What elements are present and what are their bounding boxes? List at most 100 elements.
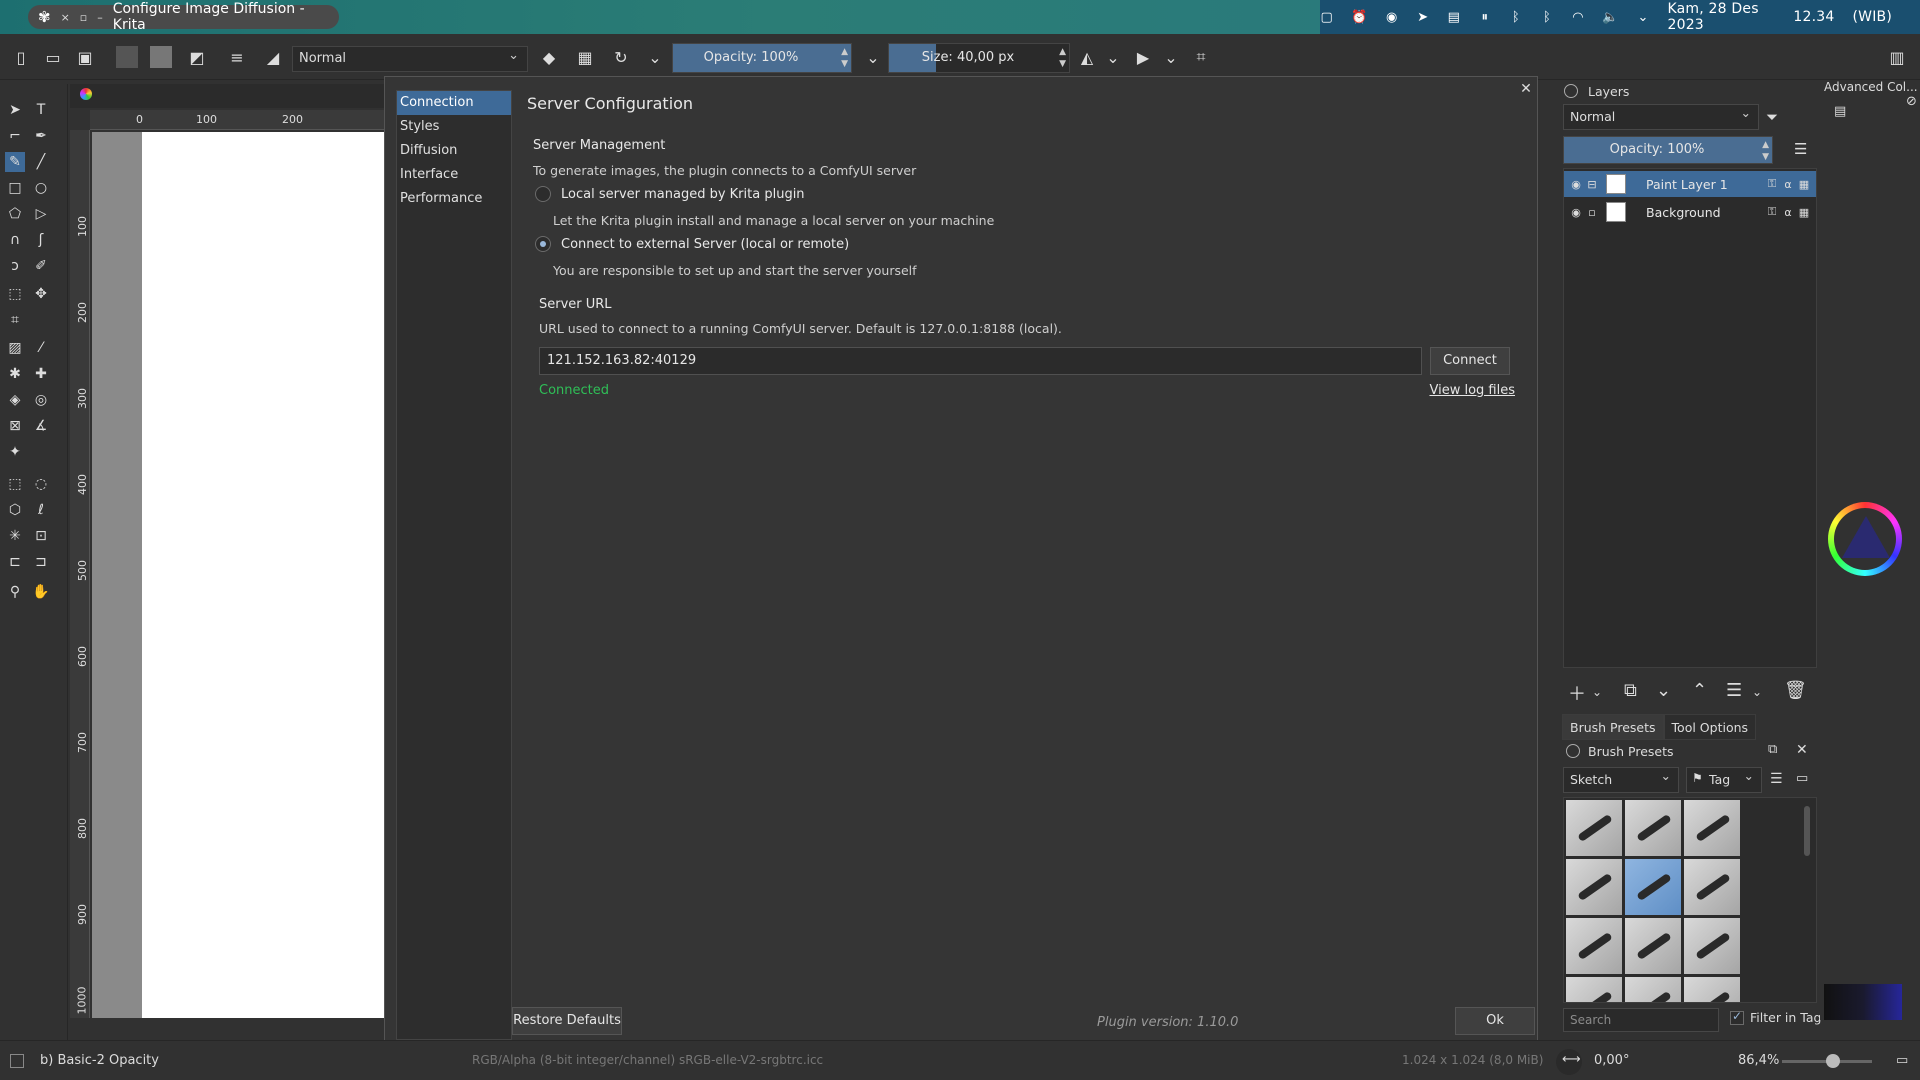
mirror-vertical-icon[interactable]: ▶	[1132, 46, 1154, 68]
bluetooth-icon[interactable]: ᛒ	[1509, 9, 1522, 25]
magnetic-select-tool-icon[interactable]: ⊐	[31, 552, 51, 572]
color-reset-icon[interactable]: ⊘	[1906, 94, 1917, 109]
window-minimize-button[interactable]: –	[97, 11, 103, 24]
brush-preset[interactable]	[1565, 917, 1623, 975]
view-log-files-link[interactable]: View log files	[1429, 383, 1515, 398]
external-server-radio[interactable]	[535, 236, 551, 252]
fill-tool-icon[interactable]: ◈	[5, 390, 25, 410]
layer-opacity-spin-icon[interactable]: ▲ ▼	[1762, 139, 1769, 163]
restore-defaults-button[interactable]: Restore Defaults	[512, 1007, 622, 1035]
document-tab-icon[interactable]	[80, 88, 92, 100]
active-window-pill[interactable]: ✾ × ▫ – Configure Image Diffusion - Krit…	[28, 1, 339, 33]
lock-icon[interactable]: ⚿	[1764, 204, 1780, 220]
mirror-h-dropdown-icon[interactable]: ⌄	[1102, 46, 1124, 68]
opacity-slider[interactable]: Opacity: 100% ▲ ▼	[672, 43, 852, 73]
colorize-mask-tool-icon[interactable]: ✱	[5, 364, 25, 384]
brush-preset[interactable]	[1624, 799, 1682, 857]
brush-preset[interactable]	[1683, 799, 1741, 857]
sync-icon[interactable]: ◉	[1385, 9, 1398, 25]
clipboard-icon[interactable]: ▤	[1447, 9, 1460, 25]
tray-time[interactable]: 12.34	[1793, 9, 1834, 25]
pause-icon[interactable]: ⏸	[1478, 9, 1491, 25]
alpha-icon[interactable]: α	[1780, 204, 1796, 220]
brush-preset-selected[interactable]	[1624, 858, 1682, 916]
select-shapes-tool-icon[interactable]: ➤	[5, 100, 25, 120]
open-folder-icon[interactable]: ▭	[42, 46, 64, 68]
brush-storage-icon[interactable]: ▭	[1796, 771, 1808, 786]
brush-search-input[interactable]: Search	[1563, 1008, 1719, 1032]
calligraphy-tool-icon[interactable]: ✒	[31, 126, 51, 146]
move-layer-down-icon[interactable]: ⌄	[1656, 680, 1671, 701]
status-zoom[interactable]: 86,4%	[1738, 1053, 1779, 1068]
reload-preset-icon[interactable]: ↻	[610, 46, 632, 68]
connect-button[interactable]: Connect	[1430, 347, 1510, 375]
server-url-input[interactable]: 121.152.163.82:40129	[539, 347, 1422, 375]
freehand-brush-tool-icon[interactable]: ✎	[5, 152, 25, 172]
status-brush-name[interactable]: b) Basic-2 Opacity	[40, 1053, 159, 1068]
close-docker-icon[interactable]: ✕	[1796, 742, 1808, 758]
contiguous-select-tool-icon[interactable]: ✳	[5, 526, 25, 546]
layer-name[interactable]: Background	[1646, 205, 1764, 220]
layers-menu-icon[interactable]: ☰	[1794, 140, 1807, 158]
filter-icon[interactable]: ⏷	[1766, 108, 1778, 126]
polygon-select-tool-icon[interactable]: ⬡	[5, 500, 25, 520]
external-server-option[interactable]: Connect to external Server (local or rem…	[535, 236, 849, 252]
freehand-path-tool-icon[interactable]: ʃ	[31, 230, 51, 250]
workspace-icon[interactable]: ▥	[1886, 46, 1908, 68]
layer-properties-dropdown-icon[interactable]: ⌄	[1752, 685, 1762, 699]
save-icon[interactable]: ▣	[74, 46, 96, 68]
brush-preset[interactable]	[1683, 976, 1741, 1002]
gradient-tool-icon[interactable]: ▨	[5, 338, 25, 358]
smart-patch-tool-icon[interactable]: ✚	[31, 364, 51, 384]
volume-icon[interactable]: 🔈	[1602, 9, 1618, 25]
layer-row[interactable]: ◉ ⊟ Paint Layer 1 ⚿ α ▦	[1564, 171, 1816, 197]
wrap-around-icon[interactable]: ⌗	[1190, 46, 1212, 68]
ellipse-tool-icon[interactable]: ○	[31, 178, 51, 198]
color-swatch-icon[interactable]: ◩	[186, 46, 208, 68]
multibrush-tool-icon[interactable]: ✐	[31, 256, 51, 276]
color-wheel[interactable]	[1828, 502, 1902, 576]
fit-screen-icon[interactable]: ▭	[1896, 1053, 1908, 1068]
visibility-eye-icon[interactable]: ◉	[1568, 204, 1584, 220]
lock-icon[interactable]: ⚿	[1764, 176, 1780, 192]
text-tool-icon[interactable]: T	[31, 100, 51, 120]
color-triangle[interactable]	[1842, 516, 1890, 558]
status-rotation[interactable]: 0,00°	[1594, 1053, 1629, 1068]
nav-styles[interactable]: Styles	[397, 115, 511, 139]
reload-dropdown-icon[interactable]: ⌄	[644, 46, 666, 68]
telegram-icon[interactable]: ➤	[1416, 9, 1429, 25]
window-close-button[interactable]: ×	[61, 11, 70, 24]
local-server-label[interactable]: Local server managed by Krita plugin	[561, 187, 805, 202]
polyline-tool-icon[interactable]: ▷	[31, 204, 51, 224]
pan-tool-icon[interactable]: ✋	[31, 582, 51, 602]
rect-select-tool-icon[interactable]: ⬚	[5, 474, 25, 494]
local-server-radio[interactable]	[535, 186, 551, 202]
dynamic-brush-tool-icon[interactable]: ↄ	[5, 256, 25, 276]
inherit-alpha-icon[interactable]: ▦	[1796, 204, 1812, 220]
brush-grid-scrollbar[interactable]	[1804, 806, 1810, 856]
tab-tool-options[interactable]: Tool Options	[1663, 714, 1757, 740]
measure-tool-icon[interactable]: ∡	[31, 416, 51, 436]
brush-preset[interactable]	[1683, 917, 1741, 975]
brush-preset[interactable]	[1624, 976, 1682, 1002]
brush-preset[interactable]	[1565, 799, 1623, 857]
wifi-icon[interactable]: ◠	[1571, 9, 1584, 25]
brush-preset-icon[interactable]: ◢	[262, 46, 284, 68]
brush-preset[interactable]	[1565, 976, 1623, 1002]
blend-mode-select[interactable]: Normal	[292, 44, 528, 72]
rectangle-tool-icon[interactable]: □	[5, 178, 25, 198]
nav-interface[interactable]: Interface	[397, 163, 511, 187]
brush-category-select[interactable]: Sketch	[1563, 764, 1679, 793]
alarm-icon[interactable]: ⏰	[1351, 9, 1367, 25]
similar-select-tool-icon[interactable]: ⊡	[31, 526, 51, 546]
reference-tool-icon[interactable]: ✦	[5, 442, 25, 462]
polygon-tool-icon[interactable]: ⬠	[5, 204, 25, 224]
nav-performance[interactable]: Performance	[397, 187, 511, 211]
filter-in-tag-checkbox[interactable]	[1730, 1009, 1744, 1025]
edit-shapes-tool-icon[interactable]: ⌐	[5, 126, 25, 146]
eraser-icon[interactable]: ◆	[538, 46, 560, 68]
freehand-select-tool-icon[interactable]: ℓ	[31, 500, 51, 520]
layer-row[interactable]: ◉ ▫ Background ⚿ α ▦	[1564, 199, 1816, 225]
screen-icon[interactable]: ▢	[1320, 9, 1333, 25]
mirror-horizontal-icon[interactable]: ◭	[1076, 46, 1098, 68]
